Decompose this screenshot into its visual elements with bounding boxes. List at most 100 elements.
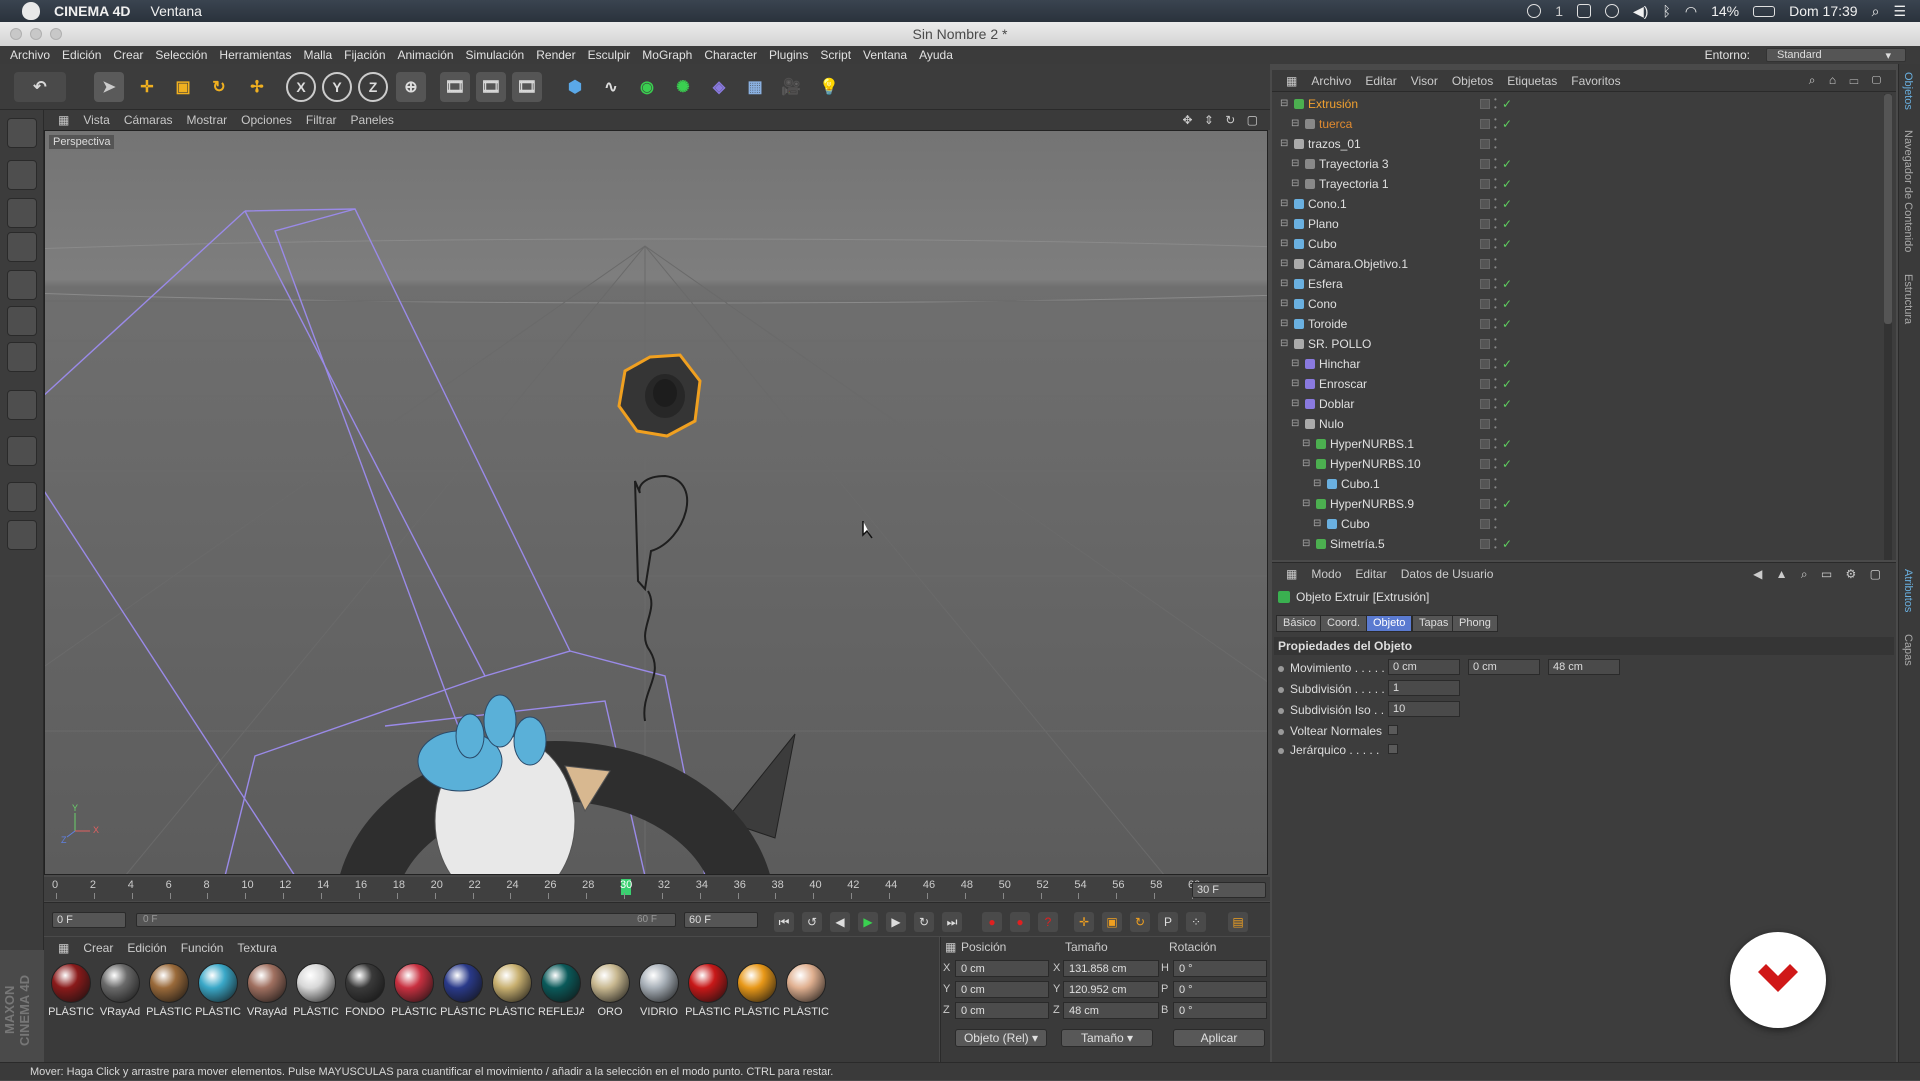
enabled-check-icon[interactable]: ✓ — [1502, 234, 1512, 254]
rot-p-field[interactable]: 0 ° — [1173, 981, 1267, 998]
visibility-toggle[interactable] — [1480, 439, 1490, 449]
expand-icon[interactable]: ⊟ — [1291, 414, 1299, 434]
editor-render-dots[interactable]: • • — [1494, 536, 1497, 552]
material-item[interactable]: VRayAd — [97, 963, 143, 1018]
enabled-check-icon[interactable]: ✓ — [1502, 294, 1512, 314]
tab-tapas[interactable]: Tapas — [1412, 615, 1456, 632]
viewport-menu-paneles[interactable]: Paneles — [351, 113, 394, 127]
visibility-toggle[interactable] — [1480, 339, 1490, 349]
object-name[interactable]: Hinchar — [1319, 354, 1360, 374]
object-name[interactable]: HyperNURBS.10 — [1330, 454, 1421, 474]
visibility-toggle[interactable] — [1480, 99, 1490, 109]
workplane-lock-icon[interactable] — [7, 520, 37, 550]
obj-menu-archivo[interactable]: Archivo — [1311, 74, 1351, 88]
render-settings-icon[interactable]: 🎞 — [512, 72, 542, 102]
material-item[interactable]: PLÁSTIC — [685, 963, 731, 1018]
object-name[interactable]: Trayectoria 1 — [1319, 174, 1389, 194]
voltear-normales-checkbox[interactable] — [1388, 725, 1398, 735]
object-row[interactable]: ⊟ Hinchar • • ✓ — [1272, 354, 1880, 374]
editor-render-dots[interactable]: • • — [1494, 216, 1497, 232]
rot-h-field[interactable]: 0 ° — [1173, 960, 1267, 977]
attr-menu-datos-usuario[interactable]: Datos de Usuario — [1401, 567, 1494, 581]
editor-render-dots[interactable]: • • — [1494, 196, 1497, 212]
tab-basico[interactable]: Básico — [1276, 615, 1324, 632]
key-pla-icon[interactable]: ⁘ — [1186, 912, 1206, 932]
animate-dot-icon[interactable] — [1278, 687, 1284, 693]
list-icon[interactable]: ☰ — [1893, 3, 1906, 20]
expand-icon[interactable]: ⊟ — [1280, 234, 1288, 254]
model-mode-icon[interactable] — [7, 160, 37, 190]
tab-coord[interactable]: Coord. — [1320, 615, 1368, 632]
render-picture-viewer-icon[interactable]: 🎞 — [476, 72, 506, 102]
texture-mode-icon[interactable] — [7, 198, 37, 228]
editor-render-dots[interactable]: • • — [1494, 236, 1497, 252]
material-item[interactable]: PLÁSTIC — [195, 963, 241, 1018]
object-row[interactable]: ⊟ HyperNURBS.10 • • ✓ — [1272, 454, 1880, 474]
enabled-check-icon[interactable]: ✓ — [1502, 194, 1512, 214]
object-row[interactable]: ⊟ tuerca • • ✓ — [1272, 114, 1880, 134]
menu-herramientas[interactable]: Herramientas — [219, 48, 291, 62]
menu-esculpir[interactable]: Esculpir — [588, 48, 631, 62]
editor-render-dots[interactable]: • • — [1494, 316, 1497, 332]
autokey-icon[interactable]: ● — [1010, 912, 1030, 932]
visibility-toggle[interactable] — [1480, 119, 1490, 129]
attr-menu-editar[interactable]: Editar — [1355, 567, 1386, 581]
object-row[interactable]: ⊟ Plano • • ✓ — [1272, 214, 1880, 234]
coordinate-system-icon[interactable]: ⊕ — [396, 72, 426, 102]
editor-render-dots[interactable]: • • — [1494, 516, 1497, 532]
undo-button[interactable]: ↶ — [14, 72, 66, 102]
time-machine-icon[interactable] — [1605, 4, 1620, 18]
object-name[interactable]: Nulo — [1319, 414, 1344, 434]
visibility-toggle[interactable] — [1480, 219, 1490, 229]
obj-menu-objetos[interactable]: Objetos — [1452, 74, 1493, 88]
expand-icon[interactable]: ⊟ — [1291, 114, 1299, 134]
expand-icon[interactable]: ⊟ — [1280, 214, 1288, 234]
object-name[interactable]: Cubo — [1308, 234, 1337, 254]
3d-viewport[interactable]: Perspectiva Y X Z — [44, 130, 1268, 875]
object-row[interactable]: ⊟ Doblar • • ✓ — [1272, 394, 1880, 414]
menu-malla[interactable]: Malla — [303, 48, 332, 62]
visibility-toggle[interactable] — [1480, 539, 1490, 549]
axis-mode-icon[interactable] — [7, 390, 37, 420]
animate-dot-icon[interactable] — [1278, 666, 1284, 672]
editor-render-dots[interactable]: • • — [1494, 336, 1497, 352]
make-editable-icon[interactable] — [7, 118, 37, 148]
battery-icon[interactable] — [1753, 5, 1776, 17]
editor-render-dots[interactable]: • • — [1494, 296, 1497, 312]
material-item[interactable]: REFLEJA — [538, 963, 584, 1018]
key-position-icon[interactable]: ✛ — [1074, 912, 1094, 932]
expand-icon[interactable]: ⊟ — [1313, 474, 1321, 494]
object-row[interactable]: ⊟ SR. POLLO • • — [1272, 334, 1880, 354]
record-key-icon[interactable]: ● — [982, 912, 1002, 932]
editor-render-dots[interactable]: • • — [1494, 176, 1497, 192]
object-row[interactable]: ⊟ Nulo • • — [1272, 414, 1880, 434]
attributes-nav-icons[interactable]: ◀ ▲ ⌕ ▭ ⚙ ▢ — [1753, 567, 1886, 582]
object-name[interactable]: Toroide — [1308, 314, 1347, 334]
object-row[interactable]: ⊟ Toroide • • ✓ — [1272, 314, 1880, 334]
pos-y-field[interactable]: 0 cm — [955, 981, 1049, 998]
pos-z-field[interactable]: 0 cm — [955, 1002, 1049, 1019]
move-tool-icon[interactable]: ✛ — [132, 72, 162, 102]
expand-icon[interactable]: ⊟ — [1280, 194, 1288, 214]
visibility-toggle[interactable] — [1480, 159, 1490, 169]
object-row[interactable]: ⊟ Cubo • • — [1272, 514, 1880, 534]
visibility-toggle[interactable] — [1480, 299, 1490, 309]
editor-render-dots[interactable]: • • — [1494, 136, 1497, 152]
key-scale-icon[interactable]: ▣ — [1102, 912, 1122, 932]
object-row[interactable]: ⊟ Trayectoria 1 • • ✓ — [1272, 174, 1880, 194]
material-item[interactable]: PLÁSTIC — [48, 963, 94, 1018]
object-row[interactable]: ⊟ trazos_01 • • — [1272, 134, 1880, 154]
camera-icon[interactable]: 🎥 — [776, 72, 806, 102]
subdivision-field[interactable]: 1 — [1388, 680, 1460, 696]
floor-icon[interactable]: ▦ — [740, 72, 770, 102]
expand-icon[interactable]: ⊟ — [1280, 334, 1288, 354]
editor-render-dots[interactable]: • • — [1494, 256, 1497, 272]
editor-render-dots[interactable]: • • — [1494, 116, 1497, 132]
viewport-nav-icons[interactable]: ✥ ⇕ ↻ ▢ — [1182, 113, 1262, 127]
editor-render-dots[interactable]: • • — [1494, 376, 1497, 392]
viewport-menu-mostrar[interactable]: Mostrar — [187, 113, 228, 127]
cube-object-icon[interactable]: ⬢ — [560, 72, 590, 102]
obj-menu-favoritos[interactable]: Favoritos — [1571, 74, 1620, 88]
movimiento-y-field[interactable]: 0 cm — [1468, 659, 1540, 675]
object-name[interactable]: Cubo.1 — [1341, 474, 1380, 494]
